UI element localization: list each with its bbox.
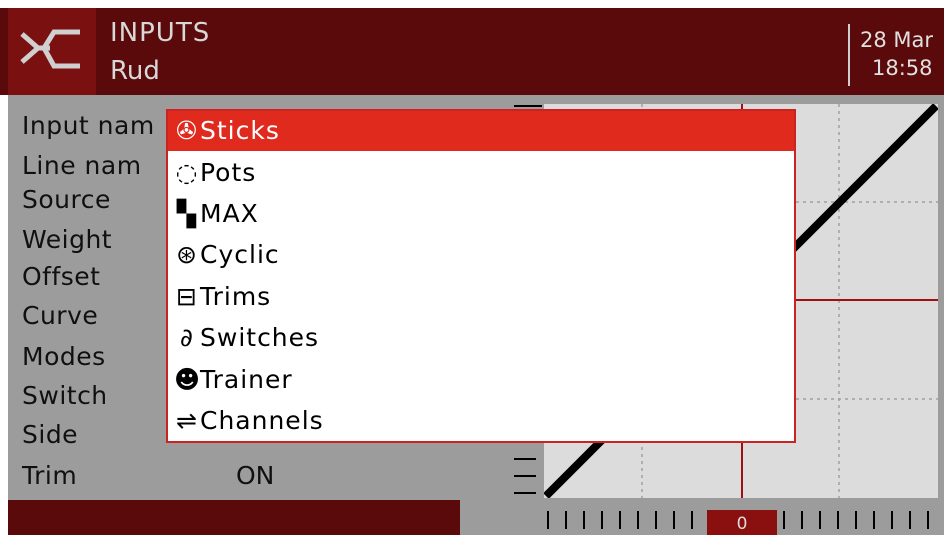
trainer-icon: ☻ [174, 365, 202, 394]
field-label-switch[interactable]: Switch [22, 381, 108, 410]
menu-item-trainer[interactable]: ☻Trainer [168, 360, 794, 400]
page-subtitle: Rud [110, 56, 160, 86]
field-label-offset[interactable]: Offset [22, 262, 101, 291]
menu-item-pots[interactable]: ◌Pots [168, 153, 794, 193]
field-label-modes[interactable]: Modes [22, 342, 106, 371]
field-label-trim[interactable]: Trim [22, 461, 77, 490]
page-title: INPUTS [110, 18, 211, 48]
field-label-source[interactable]: Source [22, 185, 111, 214]
menu-item-channels[interactable]: ⇌Channels [168, 401, 794, 441]
field-label-line-name[interactable]: Line nam [22, 151, 142, 180]
menu-item-max[interactable]: ▚ MAX [168, 194, 794, 234]
menu-item-label: Cyclic [200, 240, 280, 269]
trim-value[interactable]: ON [236, 461, 274, 490]
footer-bar [8, 500, 460, 535]
menu-item-label: Trainer [200, 365, 293, 394]
menu-item-trims[interactable]: ⊟Trims [168, 277, 794, 317]
app-logo-icon[interactable] [8, 8, 96, 95]
menu-item-cyclic[interactable]: ⊛Cyclic [168, 235, 794, 275]
field-label-weight[interactable]: Weight [22, 225, 112, 254]
menu-item-label: MAX [200, 199, 259, 228]
menu-item-label: Channels [200, 406, 324, 435]
max-icon: ▚ [176, 199, 198, 228]
menu-item-sticks[interactable]: ✇Sticks [168, 111, 794, 151]
menu-item-label: Pots [200, 158, 257, 187]
trims-icon: ⊟ [176, 282, 198, 311]
menu-item-switches[interactable]: ∂ Switches [168, 318, 794, 358]
menu-item-label: Switches [200, 323, 320, 352]
header-bar: INPUTS Rud 28 Mar 18:58 [0, 8, 944, 95]
center-value-label: 0 [707, 510, 777, 535]
cyclic-icon: ⊛ [176, 240, 198, 269]
time-text: 18:58 [872, 56, 933, 80]
source-popup-menu: ✇Sticks ◌Pots ▚ MAX ⊛Cyclic ⊟Trims ∂ Switc… [166, 109, 796, 443]
date-text: 28 Mar [860, 28, 934, 52]
field-label-side[interactable]: Side [22, 420, 78, 449]
switches-icon: ∂ [180, 323, 194, 352]
menu-item-label: Trims [200, 282, 272, 311]
field-label-input-name[interactable]: Input nam [22, 111, 155, 140]
field-label-curve[interactable]: Curve [22, 301, 98, 330]
sticks-icon: ✇ [176, 116, 198, 145]
menu-item-label: Sticks [200, 116, 280, 145]
datetime-display: 28 Mar 18:58 [848, 24, 944, 86]
channels-icon: ⇌ [176, 406, 198, 435]
pots-icon: ◌ [175, 158, 199, 187]
